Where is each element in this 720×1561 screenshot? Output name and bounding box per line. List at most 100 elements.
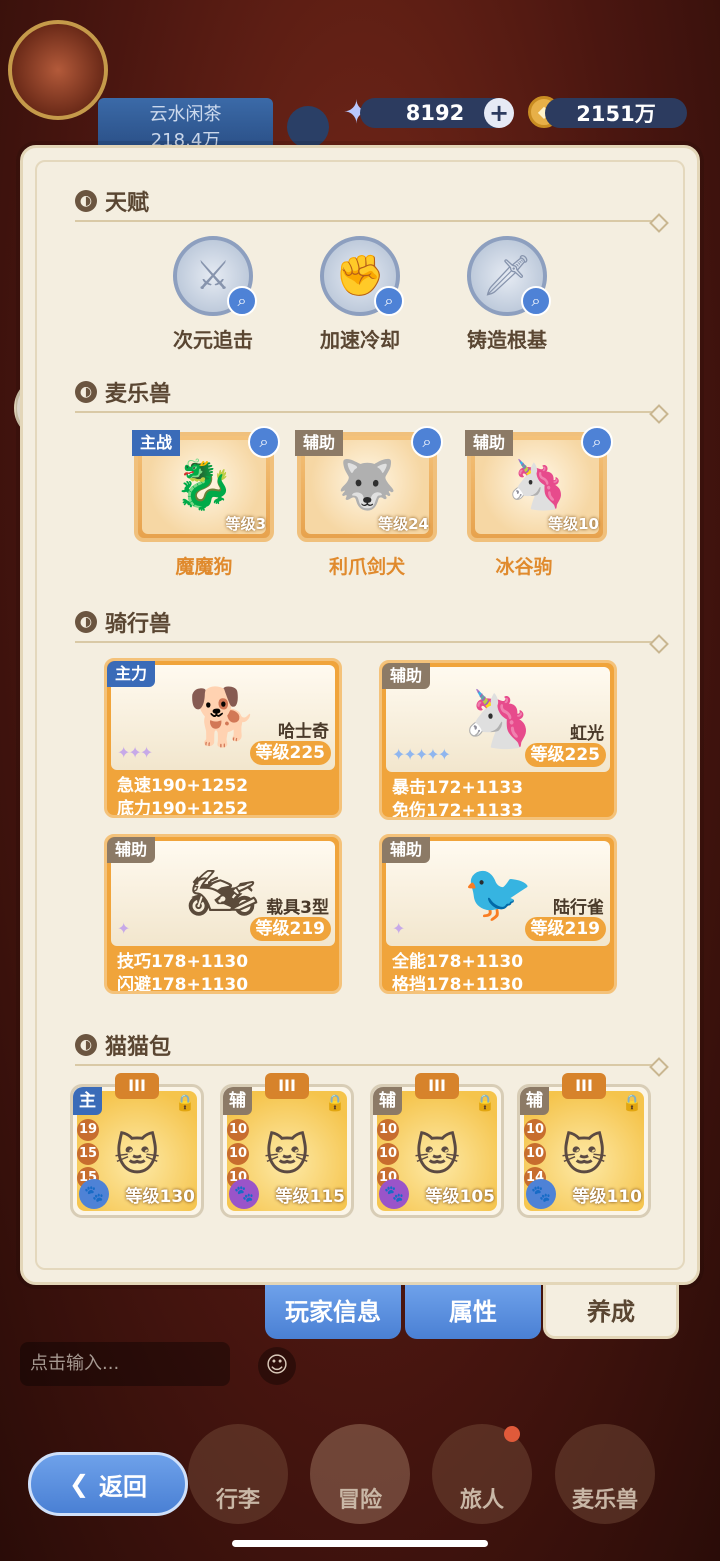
pet-card-3[interactable]: 🦄 辅助 ⌕ 等级10 (465, 426, 613, 542)
skill-level: 19 (77, 1119, 99, 1141)
role-badge: 辅 (223, 1087, 252, 1115)
nav-label: 旅人 (459, 1488, 504, 1513)
section-title-talent: ◐ 天赋 (75, 185, 149, 217)
bulb-icon: ◐ (75, 1034, 97, 1056)
chat-input[interactable]: 点击输入... (20, 1342, 230, 1386)
tier-badge: III (415, 1073, 459, 1099)
nav-traveler[interactable]: 旅人 (432, 1424, 532, 1524)
pet-name: 利爪剑犬 (328, 556, 405, 578)
mount-stat: 闪避178+1130 (117, 975, 249, 994)
role-badge: 辅助 (107, 837, 156, 863)
section-title-pets: ◐ 麦乐兽 (75, 376, 171, 408)
mount-card-2[interactable]: 🦄 辅助 虹光 等级225 ✦✦✦✦✦ 暴击172+1133 免伤172+113… (379, 660, 617, 820)
mount-name: 虹光 (570, 724, 604, 744)
mount-stat: 暴击172+1133 (392, 778, 524, 798)
skill-level: 10 (227, 1143, 249, 1165)
back-arrow-icon: ❮ (68, 1470, 90, 1498)
add-gems-button[interactable]: + (484, 98, 514, 128)
bulb-icon: ◐ (75, 381, 97, 403)
cat-level: 等级130 (125, 1187, 196, 1207)
magnify-icon[interactable]: ⌕ (374, 286, 404, 316)
mount-name: 载具3型 (266, 898, 329, 918)
section-label: 麦乐兽 (105, 382, 172, 407)
tab-player-info[interactable]: 玩家信息 (265, 1285, 401, 1339)
role-badge: 辅 (520, 1087, 549, 1115)
tier-badge: III (562, 1073, 606, 1099)
mount-level: 等级225 (524, 743, 606, 767)
star-rating: ✦✦✦✦✦ (392, 745, 451, 764)
magnify-icon[interactable]: ⌕ (411, 426, 443, 458)
talent-slot-2[interactable]: ✊ ⌕ 加速冷却 (290, 236, 430, 353)
cat-bag-card-4[interactable]: 🐱 III 辅 🔒 10 10 14 🐾 等级110 (517, 1073, 651, 1218)
lock-icon: 🔒 (475, 1093, 495, 1112)
talent-label: 次元追击 (173, 328, 253, 352)
divider (75, 1064, 660, 1066)
mount-card-3[interactable]: 🏍 辅助 载具3型 等级219 ✦ 技巧178+1130 闪避178+1130 (104, 834, 342, 994)
nav-bag[interactable]: 行李 (188, 1424, 288, 1524)
cat-bag-card-1[interactable]: 🐱 III 主 🔒 19 15 15 🐾 等级130 (70, 1073, 204, 1218)
nav-label: 麦乐兽 (571, 1488, 638, 1513)
emoji-icon[interactable]: ☺ (258, 1347, 296, 1385)
magnify-icon[interactable]: ⌕ (521, 286, 551, 316)
pet-name: 冰谷驹 (495, 556, 553, 578)
magnify-icon[interactable]: ⌕ (227, 286, 257, 316)
magnify-icon[interactable]: ⌕ (248, 426, 280, 458)
mount-stat: 全能178+1130 (392, 952, 524, 972)
role-badge: 辅 (373, 1087, 402, 1115)
skill-level: 10 (377, 1143, 399, 1165)
skill-level: 10 (524, 1143, 546, 1165)
role-badge: 辅助 (295, 430, 344, 456)
nav-pets[interactable]: 麦乐兽 (555, 1424, 655, 1524)
talent-label: 加速冷却 (320, 328, 400, 352)
talent-slot-3[interactable]: 🗡 ⌕ 铸造根基 (437, 236, 577, 353)
talent-label: 铸造根基 (467, 328, 547, 352)
star-rating: ✦ (392, 919, 405, 938)
mount-name: 陆行雀 (553, 898, 604, 918)
skill-level: 10 (524, 1119, 546, 1141)
pet-level: 等级10 (548, 515, 599, 533)
magnify-icon[interactable]: ⌕ (581, 426, 613, 458)
paw-icon: 🐾 (79, 1179, 109, 1209)
sword-icon: ⚔ ⌕ (173, 236, 257, 316)
divider (75, 641, 660, 643)
divider (75, 411, 660, 413)
pet-name: 魔魔狗 (175, 556, 233, 578)
coin-counter: 2151万 (545, 98, 687, 128)
nav-adventure[interactable]: 冒险 (310, 1424, 410, 1524)
section-title-mounts: ◐ 骑行兽 (75, 606, 171, 638)
lock-icon: 🔒 (175, 1093, 195, 1112)
cat-level: 等级115 (275, 1187, 346, 1207)
lock-icon: 🔒 (622, 1093, 642, 1112)
star-rating: ✦ (117, 919, 130, 938)
bulb-icon: ◐ (75, 190, 97, 212)
cat-bag-card-3[interactable]: 🐱 III 辅 🔒 10 10 10 🐾 等级105 (370, 1073, 504, 1218)
mount-level: 等级219 (524, 917, 606, 941)
pet-card-2[interactable]: 🐺 辅助 ⌕ 等级24 (295, 426, 443, 542)
mount-name: 哈士奇 (278, 722, 329, 742)
back-button[interactable]: ❮ 返回 (28, 1452, 188, 1516)
cat-level: 等级110 (572, 1187, 643, 1207)
mount-card-1[interactable]: 🐕 主力 哈士奇 等级225 ✦✦✦ 急速190+1252 底力190+1252 (104, 658, 342, 818)
notification-dot (504, 1426, 520, 1442)
talent-slot-1[interactable]: ⚔ ⌕ 次元追击 (143, 236, 283, 353)
crest-icon[interactable] (287, 106, 329, 148)
back-label: 返回 (99, 1472, 148, 1501)
bulb-icon: ◐ (75, 611, 97, 633)
home-indicator[interactable] (232, 1540, 488, 1547)
paw-icon: 🐾 (229, 1179, 259, 1209)
role-badge: 辅助 (382, 663, 431, 689)
mount-stat: 格挡178+1130 (392, 975, 524, 994)
cat-bag-card-2[interactable]: 🐱 III 辅 🔒 10 10 10 🐾 等级115 (220, 1073, 354, 1218)
player-name-plate[interactable]: 云水闲茶 218.4万 (98, 98, 273, 151)
skill-level: 10 (377, 1119, 399, 1141)
player-avatar[interactable] (8, 20, 108, 120)
tab-attributes[interactable]: 属性 (405, 1285, 541, 1339)
tab-develop[interactable]: 养成 (543, 1285, 679, 1339)
mount-card-4[interactable]: 🐦 辅助 陆行雀 等级219 ✦ 全能178+1130 格挡178+1130 (379, 834, 617, 994)
top-bar: 云水闲茶 218.4万 ✦ 8192 + ◆ 2151万 (0, 20, 720, 151)
section-label: 天赋 (105, 191, 150, 216)
pet-card-1[interactable]: 🐉 主战 ⌕ 等级3 (132, 426, 280, 542)
role-badge: 辅助 (382, 837, 431, 863)
role-badge: 主战 (132, 430, 181, 456)
section-label: 猫猫包 (105, 1035, 172, 1060)
